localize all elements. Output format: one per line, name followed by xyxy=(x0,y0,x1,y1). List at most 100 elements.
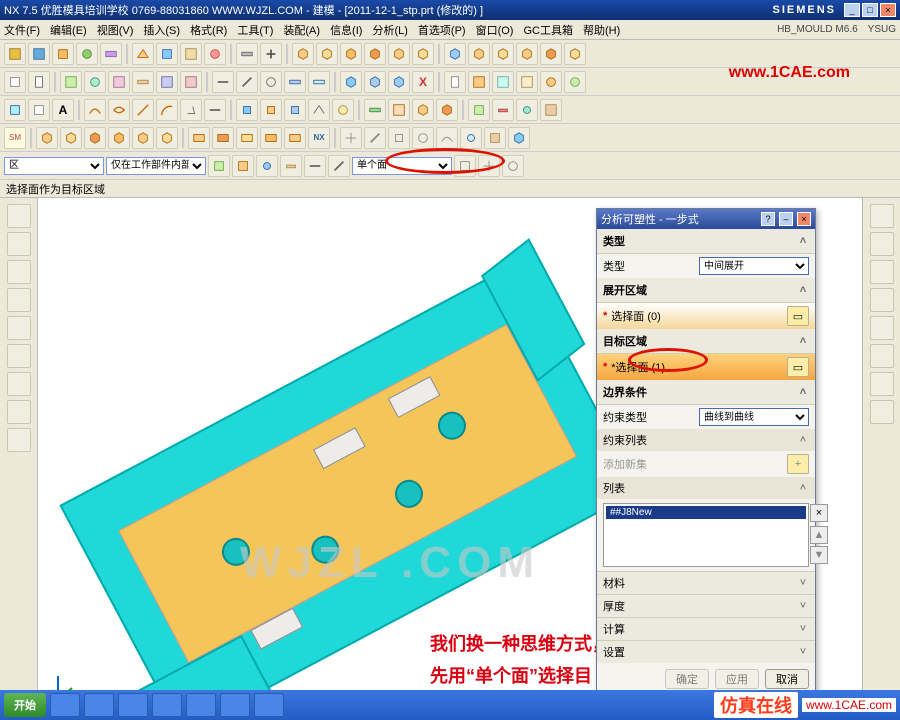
tool-icon[interactable] xyxy=(540,71,562,93)
nav-icon[interactable] xyxy=(870,344,894,368)
tool-icon[interactable] xyxy=(364,99,386,121)
tool-icon[interactable] xyxy=(484,127,506,149)
tool-icon[interactable] xyxy=(436,127,458,149)
tool-icon[interactable] xyxy=(212,127,234,149)
tool-icon[interactable] xyxy=(108,71,130,93)
chevron-up-icon[interactable]: ˄ xyxy=(797,434,809,446)
tool-icon[interactable] xyxy=(284,99,306,121)
box-icon[interactable] xyxy=(444,43,466,65)
box-icon[interactable] xyxy=(364,43,386,65)
graphics-viewport[interactable]: WJZL .COM 我们换一种思维方式， 先用“单个面”选择目 标区域。 分析可… xyxy=(40,198,860,718)
minimize-button[interactable]: _ xyxy=(844,3,860,17)
box-icon[interactable] xyxy=(468,43,490,65)
dialog-close-icon[interactable]: × xyxy=(797,212,811,226)
tool-icon[interactable] xyxy=(180,43,202,65)
tool-icon[interactable] xyxy=(492,71,514,93)
tool-icon[interactable] xyxy=(52,43,74,65)
tool-icon[interactable] xyxy=(340,127,362,149)
arc-icon[interactable] xyxy=(156,99,178,121)
menu-window[interactable]: 窗口(O) xyxy=(476,22,514,38)
tool-icon[interactable] xyxy=(132,71,154,93)
box-icon[interactable] xyxy=(540,43,562,65)
box-icon[interactable] xyxy=(412,43,434,65)
tool-icon[interactable] xyxy=(564,71,586,93)
cube-icon[interactable] xyxy=(508,127,530,149)
section-settings[interactable]: 设置˅ xyxy=(597,640,815,663)
tool-icon[interactable] xyxy=(540,99,562,121)
filter-icon[interactable] xyxy=(256,155,278,177)
start-button[interactable]: 开始 xyxy=(4,693,46,717)
tool-icon[interactable] xyxy=(236,99,258,121)
select-face-expand[interactable]: *选择面 (0) ▭ xyxy=(597,303,815,329)
tool-icon[interactable] xyxy=(364,127,386,149)
x-icon[interactable]: X xyxy=(412,71,434,93)
add-new-set[interactable]: 添加新集 + xyxy=(597,451,815,477)
taskbar-item[interactable] xyxy=(50,693,80,717)
cube-icon[interactable] xyxy=(364,71,386,93)
filter-icon[interactable] xyxy=(232,155,254,177)
dialog-titlebar[interactable]: 分析可塑性 - 一步式 ? – × xyxy=(597,209,815,229)
ok-button[interactable]: 确定 xyxy=(665,669,709,689)
dialog-min-icon[interactable]: – xyxy=(779,212,793,226)
tool-icon[interactable] xyxy=(308,71,330,93)
face-select-icon[interactable]: ▭ xyxy=(787,357,809,377)
menu-insert[interactable]: 插入(S) xyxy=(143,22,180,38)
tool-icon[interactable] xyxy=(36,127,58,149)
tool-icon[interactable] xyxy=(516,99,538,121)
tool-icon[interactable] xyxy=(260,127,282,149)
tool-icon[interactable] xyxy=(332,99,354,121)
tool-icon[interactable] xyxy=(236,127,258,149)
tool-icon[interactable] xyxy=(284,127,306,149)
list-item[interactable]: ##J8New xyxy=(606,506,806,519)
taskbar-item[interactable] xyxy=(220,693,250,717)
menu-hbmould[interactable]: HB_MOULD M6.6 xyxy=(777,24,858,35)
menu-assembly[interactable]: 装配(A) xyxy=(283,22,320,38)
tool-icon[interactable] xyxy=(212,71,234,93)
section-material[interactable]: 材料˅ xyxy=(597,571,815,594)
filter-icon[interactable] xyxy=(328,155,350,177)
menu-edit[interactable]: 编辑(E) xyxy=(50,22,87,38)
taskbar-item[interactable] xyxy=(152,693,182,717)
box-icon[interactable] xyxy=(564,43,586,65)
tool-icon[interactable] xyxy=(236,43,258,65)
tool-icon[interactable] xyxy=(84,127,106,149)
box-icon[interactable] xyxy=(292,43,314,65)
nx-icon[interactable]: NX xyxy=(308,127,330,149)
nav-icon[interactable] xyxy=(870,400,894,424)
tool-icon[interactable] xyxy=(308,99,330,121)
type-select[interactable]: 中间展开 xyxy=(699,257,809,275)
nav-icon[interactable] xyxy=(7,344,31,368)
add-icon[interactable]: + xyxy=(787,454,809,474)
maximize-button[interactable]: □ xyxy=(862,3,878,17)
tool-icon[interactable] xyxy=(108,127,130,149)
filter-icon[interactable] xyxy=(304,155,326,177)
text-icon[interactable]: A xyxy=(52,99,74,121)
tool-icon[interactable] xyxy=(28,99,50,121)
tool-icon[interactable] xyxy=(388,127,410,149)
doc-icon[interactable] xyxy=(28,71,50,93)
box-icon[interactable] xyxy=(516,43,538,65)
tool-icon[interactable] xyxy=(444,71,466,93)
tool-icon[interactable] xyxy=(412,127,434,149)
tool-icon[interactable] xyxy=(180,99,202,121)
tool-icon[interactable] xyxy=(284,71,306,93)
tool-icon[interactable] xyxy=(436,99,458,121)
filter-select-1[interactable]: 区 xyxy=(4,157,104,175)
select-face-target[interactable]: **选择面 (1) ▭ xyxy=(597,354,815,380)
tool-icon[interactable] xyxy=(76,43,98,65)
taskbar-item[interactable] xyxy=(118,693,148,717)
tool-icon[interactable] xyxy=(468,99,490,121)
menu-analysis[interactable]: 分析(L) xyxy=(372,22,407,38)
filter-icon[interactable] xyxy=(280,155,302,177)
chevron-up-icon[interactable]: ˄ xyxy=(797,284,809,296)
filter-icon[interactable] xyxy=(454,155,476,177)
filter-entity-select[interactable]: 单个面 xyxy=(352,157,452,175)
nav-icon[interactable] xyxy=(870,260,894,284)
menu-format[interactable]: 格式(R) xyxy=(190,22,227,38)
tool-icon[interactable] xyxy=(156,43,178,65)
box-icon[interactable] xyxy=(492,43,514,65)
chevron-up-icon[interactable]: ˄ xyxy=(797,482,809,494)
nav-icon[interactable] xyxy=(870,232,894,256)
tool-icon[interactable] xyxy=(156,71,178,93)
tool-icon[interactable] xyxy=(204,99,226,121)
